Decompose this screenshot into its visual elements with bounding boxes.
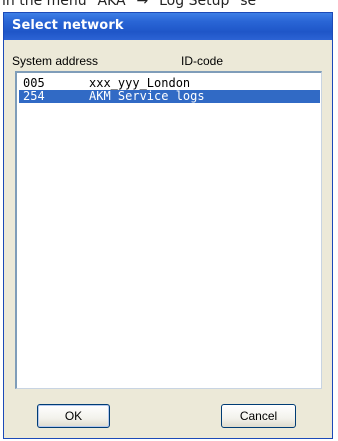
network-listbox[interactable]: 005 xxx_yyy_London 254 AKM Service logs bbox=[15, 71, 322, 389]
dialog-titlebar[interactable]: Select network bbox=[4, 13, 332, 40]
select-network-dialog: Select network System address ID-code 00… bbox=[3, 12, 333, 439]
cancel-button[interactable]: Cancel bbox=[221, 404, 296, 428]
dialog-title: Select network bbox=[12, 18, 124, 33]
list-item-address: 254 bbox=[23, 89, 45, 103]
column-header-system-address: System address bbox=[12, 54, 99, 68]
background-document-text: in the menu "AKA" → "Log Setup" se bbox=[2, 0, 257, 9]
screenshot-root: in the menu "AKA" → "Log Setup" se Selec… bbox=[0, 0, 338, 441]
list-item-id-code: AKM Service logs bbox=[89, 89, 205, 103]
list-item-selected[interactable]: 254 AKM Service logs bbox=[19, 90, 320, 103]
column-header-id-code: ID-code bbox=[181, 54, 224, 68]
ok-button[interactable]: OK bbox=[37, 404, 110, 428]
